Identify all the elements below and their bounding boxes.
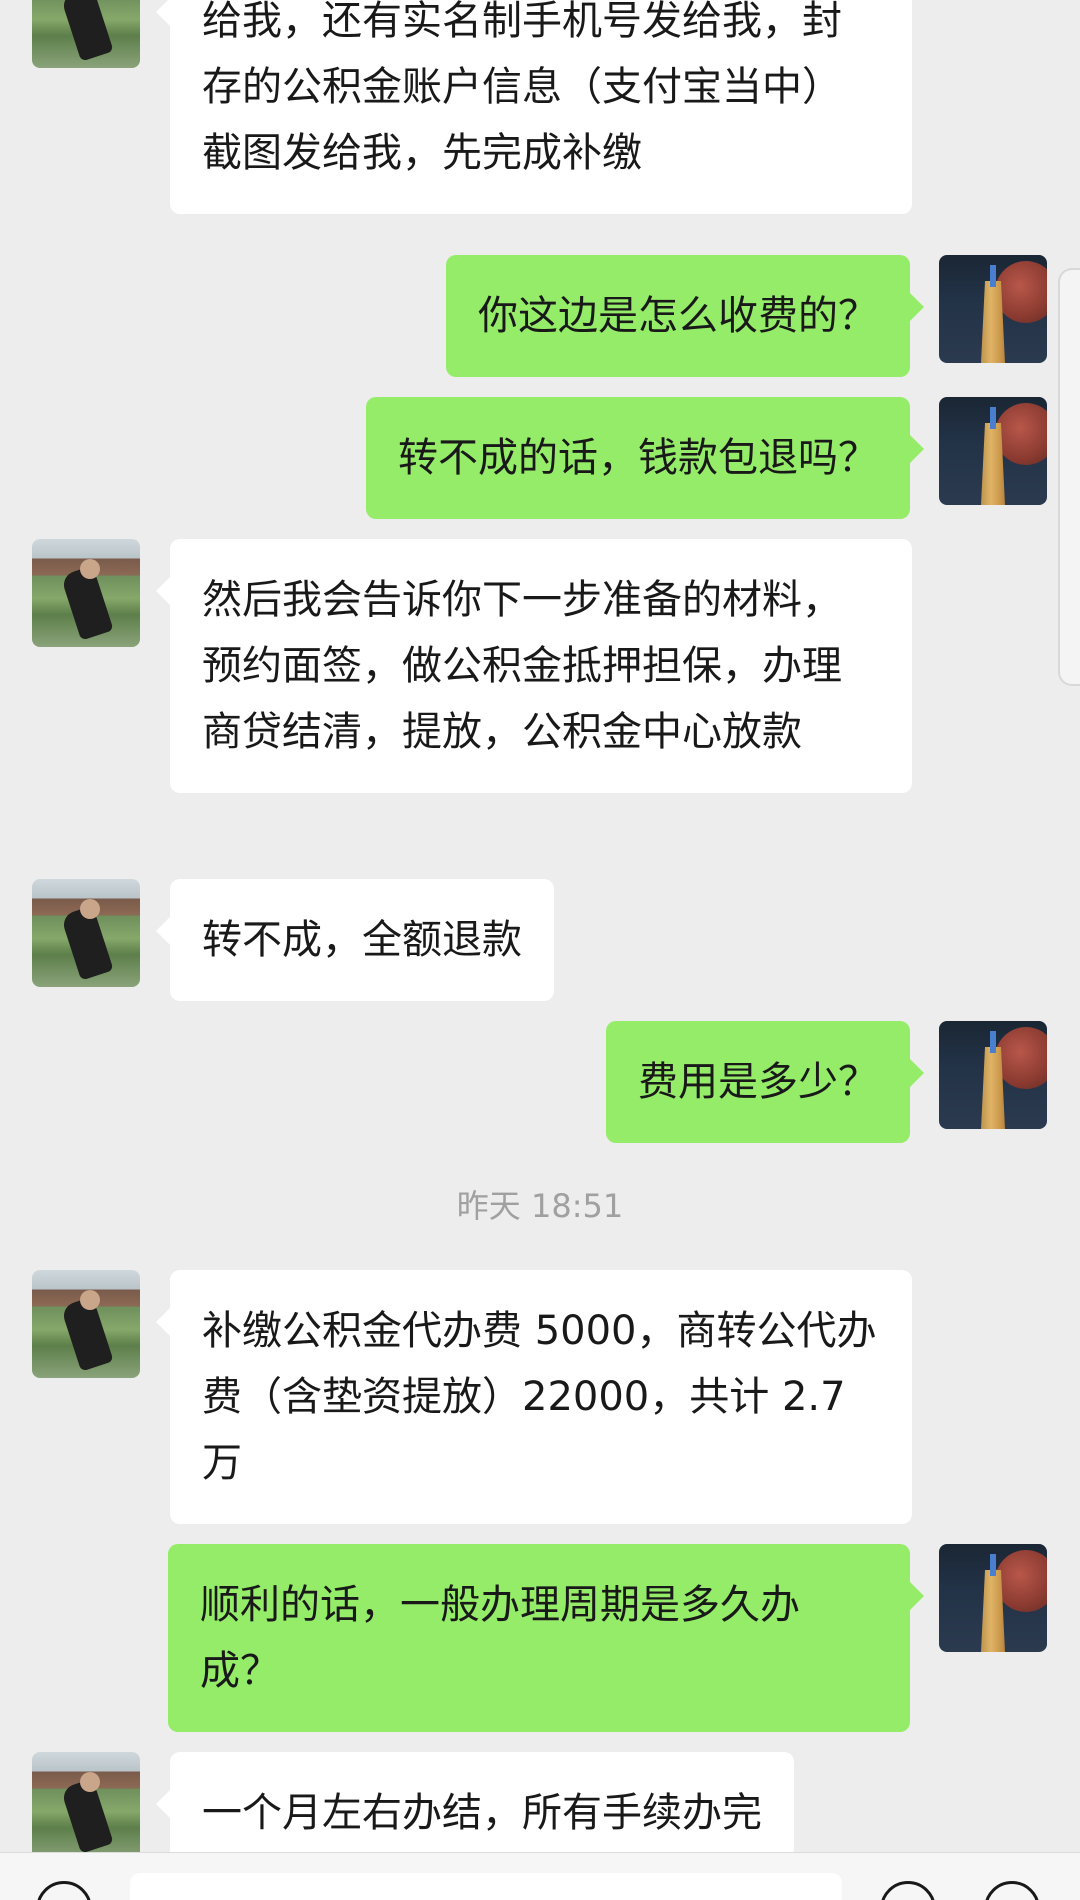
- message-bubble-sent[interactable]: 转不成的话，钱款包退吗？: [366, 397, 924, 519]
- message-bubble-sent[interactable]: 费用是多少？: [606, 1021, 924, 1143]
- timestamp-divider: 昨天 18:51: [456, 1187, 624, 1225]
- my-avatar[interactable]: [939, 255, 1047, 363]
- voice-input-icon[interactable]: [36, 1881, 92, 1900]
- emoji-icon[interactable]: [880, 1881, 936, 1900]
- message-bubble-received[interactable]: 转不成，全额退款: [156, 879, 554, 1001]
- my-avatar[interactable]: [939, 397, 1047, 505]
- my-avatar[interactable]: [939, 1544, 1047, 1652]
- message-bubble-received[interactable]: 一个月左右办结，所有手续办完: [156, 1752, 794, 1852]
- message-bubble-received[interactable]: 然后我会告诉你下一步准备的材料，预约面签，做公积金抵押担保，办理商贷结清，提放，…: [156, 539, 912, 793]
- message-input[interactable]: [130, 1873, 842, 1900]
- message-bubble-sent[interactable]: 你这边是怎么收费的？: [446, 255, 924, 377]
- contact-avatar[interactable]: [32, 1270, 140, 1378]
- message-bubble-received[interactable]: 给我，还有实名制手机号发给我，封存的公积金账户信息（支付宝当中）截图发给我，先完…: [156, 0, 912, 214]
- plus-icon[interactable]: [984, 1881, 1040, 1900]
- message-bubble-sent[interactable]: 顺利的话，一般办理周期是多久办成？: [168, 1544, 924, 1732]
- scroll-indicator[interactable]: [1058, 268, 1080, 686]
- contact-avatar[interactable]: [32, 1752, 140, 1852]
- chat-message-list[interactable]: 给我，还有实名制手机号发给我，封存的公积金账户信息（支付宝当中）截图发给我，先完…: [0, 0, 1080, 1852]
- message-bubble-received[interactable]: 补缴公积金代办费 5000，商转公代办费（含垫资提放）22000，共计 2.7 …: [156, 1270, 912, 1524]
- contact-avatar[interactable]: [32, 879, 140, 987]
- chat-input-bar: [0, 1852, 1080, 1900]
- my-avatar[interactable]: [939, 1021, 1047, 1129]
- contact-avatar[interactable]: [32, 0, 140, 68]
- contact-avatar[interactable]: [32, 539, 140, 647]
